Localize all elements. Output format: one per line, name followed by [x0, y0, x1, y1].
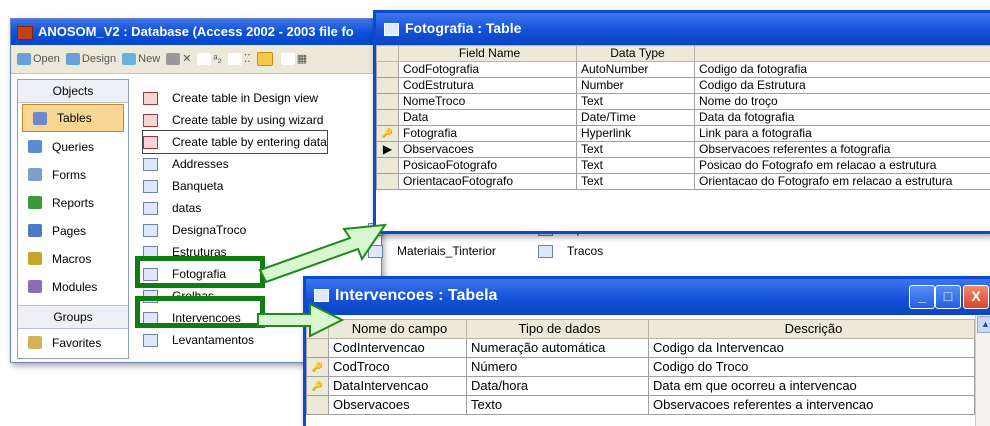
arrow-to-intervencoes — [258, 304, 342, 336]
arrow-to-fotografia — [260, 225, 385, 282]
arrows-overlay — [0, 0, 990, 423]
